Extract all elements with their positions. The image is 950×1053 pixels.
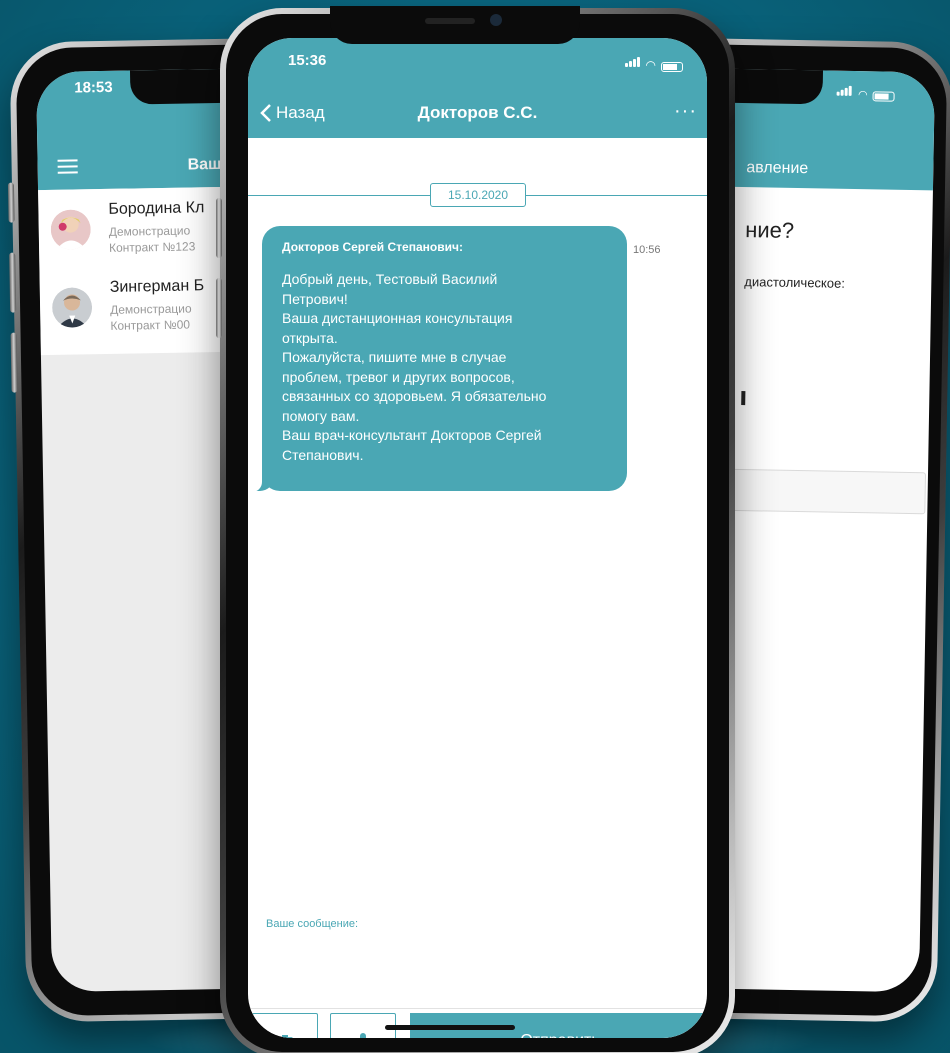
doctor-avatar	[52, 287, 93, 328]
center-notch	[330, 6, 580, 44]
side-button	[7, 182, 15, 223]
question-text: ние?	[745, 217, 795, 243]
status-icons: ◠	[836, 83, 895, 102]
doctor-avatar	[50, 209, 91, 250]
right-header-title: авление	[746, 159, 809, 178]
contact-subtitle: Демонстрацио	[108, 223, 191, 239]
status-time: 18:53	[74, 78, 113, 97]
menu-icon[interactable]	[57, 159, 78, 174]
contact-name: Зингерман Б	[109, 277, 205, 296]
back-label: Назад	[276, 103, 325, 122]
date-label: 15.10.2020	[430, 183, 526, 207]
battery-icon	[661, 62, 683, 72]
signal-icon	[624, 54, 641, 72]
message-input-label: Ваше сообщение:	[266, 918, 359, 930]
message-bubble: Докторов Сергей Степанович: Добрый день,…	[250, 226, 627, 492]
contact-contract: Контракт №123	[108, 239, 196, 255]
diastolic-input[interactable]	[705, 468, 927, 515]
side-button	[216, 198, 222, 258]
camera-icon	[277, 1035, 293, 1038]
home-indicator	[385, 1025, 515, 1030]
input-toolbar: Отправить	[248, 1008, 707, 1038]
microphone-icon	[360, 1033, 366, 1038]
side-button	[9, 252, 17, 313]
chevron-left-icon	[260, 104, 271, 122]
more-icon[interactable]: ···	[674, 100, 697, 123]
chat-header: 15:36 ◠ Назад Докторов С.С. ···	[248, 38, 707, 138]
side-button	[10, 332, 18, 393]
back-button[interactable]: Назад	[260, 103, 325, 123]
message-author: Докторов Сергей Степанович:	[282, 240, 463, 254]
chat-screen: 15:36 ◠ Назад Докторов С.С. ··· 15.10.20…	[248, 38, 707, 1038]
contact-name: Бородина Кл	[108, 199, 205, 218]
status-icons: ◠	[624, 54, 683, 72]
message-input[interactable]	[262, 933, 692, 1003]
center-phone: 15:36 ◠ Назад Докторов С.С. ··· 15.10.20…	[216, 6, 735, 1053]
left-header-title: Ваш	[187, 155, 222, 174]
date-separator: 15.10.2020	[248, 183, 707, 209]
field-label: диастолическое:	[744, 274, 846, 291]
contact-subtitle: Демонстрацио	[110, 301, 192, 317]
wifi-icon: ◠	[857, 89, 868, 102]
battery-icon	[872, 91, 895, 102]
camera-button[interactable]	[252, 1013, 318, 1038]
divider	[741, 391, 746, 406]
contact-contract: Контракт №00	[110, 317, 191, 333]
signal-icon	[836, 83, 853, 101]
wifi-icon: ◠	[645, 58, 656, 72]
message-time: 10:56	[633, 244, 661, 256]
status-time: 15:36	[288, 52, 327, 69]
side-button	[216, 278, 222, 338]
message-text: Добрый день, Тестовый Василий Петрович! …	[282, 271, 547, 463]
